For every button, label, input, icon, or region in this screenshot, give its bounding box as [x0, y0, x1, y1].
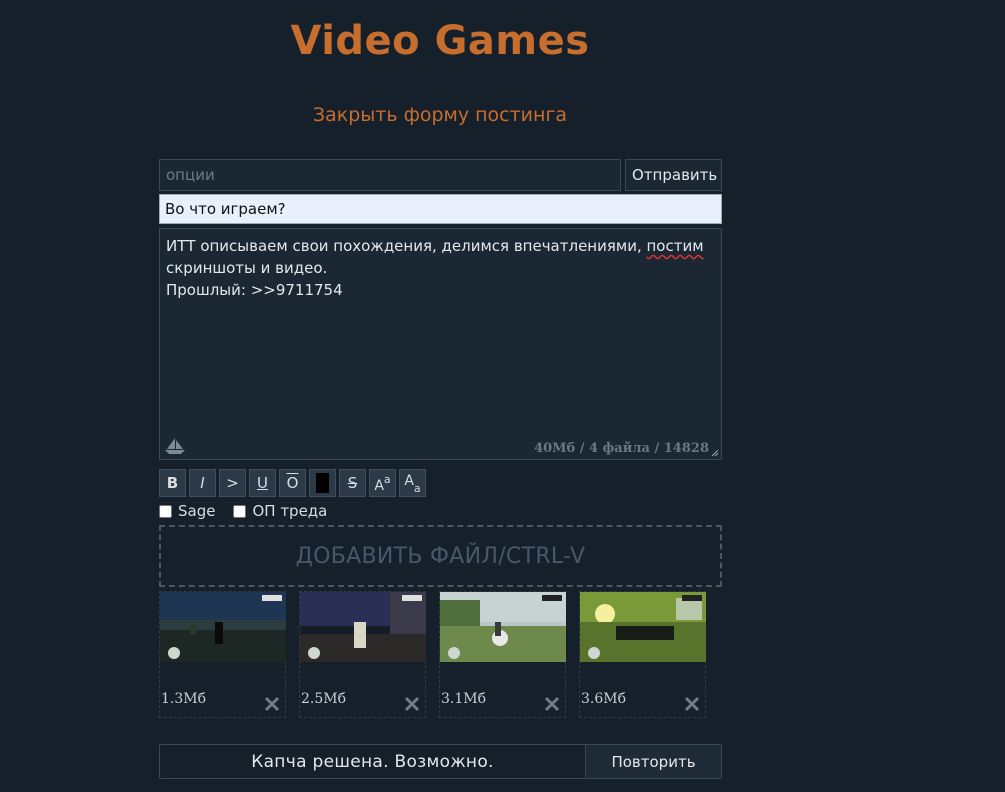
posting-form: Отправить Во что играем? ИТТ описываем с…: [159, 159, 722, 718]
op-option[interactable]: ОП треда: [233, 502, 327, 520]
subject-input[interactable]: Во что играем?: [159, 194, 722, 224]
bold-button[interactable]: B: [159, 469, 186, 497]
file-thumbnail: [300, 592, 426, 662]
sage-checkbox[interactable]: [159, 504, 172, 518]
misspelled-word: постим: [646, 237, 704, 255]
file-size: 3.1Мб: [441, 691, 487, 707]
resize-grip-icon[interactable]: [712, 450, 719, 457]
file-thumbnail: [440, 592, 566, 662]
italic-button[interactable]: I: [189, 469, 216, 497]
remove-file-icon[interactable]: [684, 696, 700, 712]
remove-file-icon[interactable]: [544, 696, 560, 712]
file-counter: 40Мб / 4 файла / 14828: [534, 441, 709, 456]
captcha-bar: Капча решена. Возможно. Повторить: [159, 744, 722, 779]
spoiler-block-icon: [316, 473, 329, 493]
message-textarea[interactable]: ИТТ описываем свои похождения, делимся в…: [159, 228, 722, 460]
message-text: ИТТ описываем свои похождения, делимся в…: [160, 229, 721, 307]
close-posting-form-link[interactable]: Закрыть форму постинга: [0, 104, 880, 126]
sage-option[interactable]: Sage: [159, 502, 215, 520]
options-input[interactable]: [159, 159, 621, 191]
options-checkboxes: Sage ОП треда: [159, 500, 722, 522]
submit-button[interactable]: Отправить: [625, 159, 722, 191]
markup-toolbar: B I > U O S Aa Aa: [159, 469, 722, 497]
sailboat-icon[interactable]: [164, 437, 186, 455]
file-item[interactable]: 3.1Мб: [439, 591, 566, 718]
file-size: 3.6Мб: [581, 691, 627, 707]
file-item[interactable]: 1.3Мб: [159, 591, 286, 718]
options-row: Отправить: [159, 159, 722, 191]
strikethrough-button[interactable]: S: [339, 469, 366, 497]
superscript-button[interactable]: Aa: [369, 469, 396, 497]
message-line3: Прошлый: >>9711754: [166, 281, 343, 299]
underline-button[interactable]: U: [249, 469, 276, 497]
captcha-status: Капча решена. Возможно.: [251, 751, 494, 772]
op-label: ОП треда: [252, 502, 328, 520]
board-title: Video Games: [290, 18, 590, 64]
message-line1: ИТТ описываем свои похождения, делимся в…: [166, 237, 647, 255]
file-item[interactable]: 3.6Мб: [579, 591, 706, 718]
add-file-dropzone[interactable]: ДОБАВИТЬ ФАЙЛ/CTRL-V: [159, 525, 722, 587]
remove-file-icon[interactable]: [404, 696, 420, 712]
file-thumbnail: [580, 592, 706, 662]
sage-label: Sage: [178, 502, 216, 520]
file-item[interactable]: 2.5Мб: [299, 591, 426, 718]
remove-file-icon[interactable]: [264, 696, 280, 712]
op-checkbox[interactable]: [233, 504, 247, 518]
captcha-retry-button[interactable]: Повторить: [585, 745, 721, 778]
quote-button[interactable]: >: [219, 469, 246, 497]
overline-button[interactable]: O: [279, 469, 306, 497]
message-line2: скриншоты и видео.: [166, 259, 328, 277]
file-size: 2.5Мб: [301, 691, 347, 707]
attached-files: 1.3Мб 2.5Мб 3.1Мб 3.6Мб: [159, 591, 722, 718]
subscript-button[interactable]: Aa: [399, 469, 426, 497]
file-thumbnail: [160, 592, 286, 662]
spoiler-button[interactable]: [309, 469, 336, 497]
file-size: 1.3Мб: [161, 691, 207, 707]
